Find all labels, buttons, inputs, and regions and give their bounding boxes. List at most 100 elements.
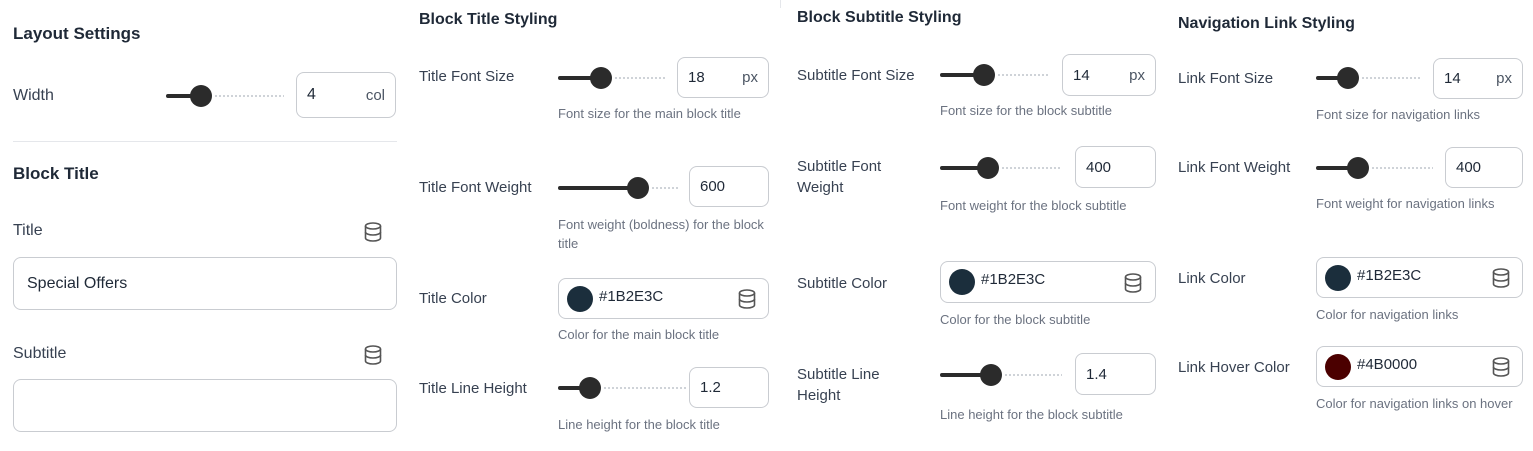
subtitle-font-size-input[interactable]: 14 px [1062,54,1156,96]
slider-track-rest [1002,167,1060,169]
link-font-size-help: Font size for navigation links [1316,107,1481,122]
subtitle-font-weight-input[interactable]: 400 [1075,146,1156,188]
database-icon[interactable] [738,289,756,309]
title-font-size-label: Title Font Size [419,68,515,85]
subtitle-font-weight-value: 400 [1086,158,1112,176]
slider-track-rest [1005,374,1062,376]
database-icon[interactable] [1492,268,1510,288]
subtitle-label: Subtitle [13,345,67,362]
link-styling-heading: Navigation Link Styling [1178,15,1355,32]
title-line-height-value: 1.2 [700,379,721,396]
title-font-size-unit: px [742,69,758,86]
width-slider[interactable] [166,84,284,108]
title-styling-heading: Block Title Styling [419,11,558,28]
slider-track-filled [558,186,638,190]
width-unit: col [365,86,385,104]
subtitle-line-height-input[interactable]: 1.4 [1075,353,1156,395]
title-color-help: Color for the main block title [558,327,720,342]
title-line-height-label: Title Line Height [419,380,527,397]
slider-thumb[interactable] [1347,157,1369,179]
title-color-picker[interactable]: #1B2E3C [558,278,769,319]
subtitle-font-weight-slider[interactable] [940,156,1060,180]
subtitle-font-size-slider[interactable] [940,63,1050,87]
subtitle-line-height-slider[interactable] [940,363,1062,387]
title-line-height-input[interactable]: 1.2 [689,367,769,408]
link-font-size-unit: px [1496,70,1512,87]
block-title-heading: Block Title [13,164,99,183]
width-input[interactable]: 4 col [296,72,396,118]
link-hover-color-label: Link Hover Color [1178,359,1290,376]
title-font-weight-label: Title Font Weight [419,179,532,196]
subtitle-font-size-help: Font size for the block subtitle [940,103,1112,118]
link-font-size-slider[interactable] [1316,66,1422,90]
slider-track-rest [615,77,666,79]
title-font-weight-input[interactable]: 600 [689,166,769,207]
layout-settings-heading: Layout Settings [13,24,141,43]
link-font-weight-help: Font weight for navigation links [1316,196,1495,211]
link-styling-panel: Navigation Link Styling Link Font Size 1… [1170,0,1533,451]
subtitle-font-size-unit: px [1129,66,1145,84]
layout-panel: Layout Settings Width 4 col Block Title … [0,0,410,451]
slider-thumb[interactable] [973,64,995,86]
color-hex-value: #1B2E3C [599,288,664,305]
subtitle-styling-heading: Block Subtitle Styling [797,9,962,26]
slider-track-rest [604,387,686,389]
slider-track-rest [215,95,284,97]
slider-track-rest [1362,77,1422,79]
subtitle-line-height-value: 1.4 [1086,365,1107,383]
slider-track-rest [1372,167,1433,169]
database-icon[interactable] [364,222,382,242]
slider-thumb[interactable] [190,85,212,107]
color-swatch[interactable] [1325,354,1351,380]
subtitle-font-size-value: 14 [1073,66,1090,84]
title-font-size-slider[interactable] [558,66,666,90]
panel-divider [780,0,781,8]
title-line-height-help: Line height for the block title [558,417,720,432]
title-font-weight-help: Font weight (boldness) for the block tit… [558,217,764,251]
database-icon[interactable] [1492,357,1510,377]
title-color-label: Title Color [419,290,487,307]
slider-thumb[interactable] [977,157,999,179]
slider-track-rest [998,74,1050,76]
slider-thumb[interactable] [627,177,649,199]
title-font-size-input[interactable]: 18 px [677,57,769,98]
title-line-height-slider[interactable] [558,376,686,400]
link-font-weight-input[interactable]: 400 [1445,147,1523,188]
subtitle-input[interactable] [13,379,397,432]
color-hex-value: #1B2E3C [981,271,1046,288]
database-icon[interactable] [1124,273,1142,293]
link-font-weight-slider[interactable] [1316,156,1433,180]
slider-thumb[interactable] [579,377,601,399]
link-hover-color-help: Color for navigation links on hover [1316,396,1513,411]
link-font-weight-label: Link Font Weight [1178,159,1291,176]
color-swatch[interactable] [1325,265,1351,291]
title-label: Title [13,222,43,239]
subtitle-font-weight-help: Font weight for the block subtitle [940,198,1127,213]
link-color-help: Color for navigation links [1316,307,1459,322]
subtitle-color-label: Subtitle Color [797,275,888,292]
link-color-picker[interactable]: #1B2E3C [1316,257,1523,298]
title-font-weight-value: 600 [700,178,726,195]
color-swatch[interactable] [567,286,593,312]
section-divider [13,141,397,142]
subtitle-color-help: Color for the block subtitle [940,312,1091,327]
width-value: 4 [307,86,316,103]
slider-thumb[interactable] [590,67,612,89]
slider-thumb[interactable] [980,364,1002,386]
subtitle-color-picker[interactable]: #1B2E3C [940,261,1156,303]
title-styling-panel: Block Title Styling Title Font Size 18 p… [410,0,780,451]
title-font-weight-slider[interactable] [558,176,678,200]
link-hover-color-picker[interactable]: #4B0000 [1316,346,1523,387]
width-label: Width [13,87,54,104]
link-font-weight-value: 400 [1456,159,1482,176]
title-input[interactable]: Special Offers [13,257,397,310]
slider-thumb[interactable] [1337,67,1359,89]
subtitle-font-size-label: Subtitle Font Size [797,67,915,84]
link-font-size-input[interactable]: 14 px [1433,58,1523,99]
subtitle-font-weight-label: Subtitle Font Weight [797,158,882,196]
slider-track-rest [652,187,678,189]
link-font-size-value: 14 [1444,70,1461,87]
color-swatch[interactable] [949,269,975,295]
database-icon[interactable] [364,345,382,365]
title-font-size-help: Font size for the main block title [558,106,741,121]
